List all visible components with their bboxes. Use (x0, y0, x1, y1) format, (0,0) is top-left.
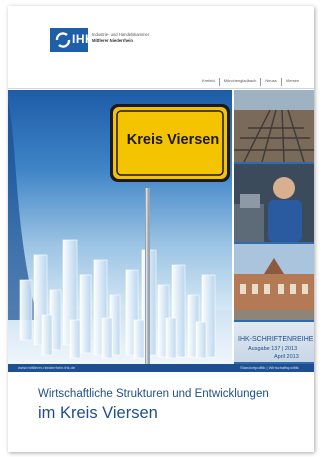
brochure-cover: IHK Industrie- und Handelskammer Mittler… (8, 6, 314, 452)
nav-item-moenchengladbach: Mönchengladbach (220, 78, 262, 86)
series-date: April 2013 (274, 354, 299, 360)
cover-title-line2: im Kreis Viersen (38, 404, 158, 422)
org-name-line1: Industrie- und Handelskammer (92, 32, 150, 37)
header-divider (8, 88, 314, 89)
website-url: www.mittlerer-niederrhein.ihk.de (18, 365, 76, 370)
railway-photo (234, 90, 314, 162)
region-nav: Krefeld Mönchengladbach Neuss Viersen (198, 78, 303, 86)
nav-item-krefeld: Krefeld (198, 78, 220, 86)
sign-text: Kreis Viersen (126, 132, 220, 148)
cover-title-line1: Wirtschaftliche Strukturen und Entwicklu… (38, 388, 269, 400)
building-photo (234, 244, 314, 320)
org-name-line2: Mittlerer Niederrhein (92, 38, 133, 43)
worker-photo (234, 164, 314, 242)
series-issue: Ausgabe 137 | 2013 (248, 346, 298, 352)
category-text: Standortpolitik | Wirtschaftspolitik (240, 365, 299, 370)
series-label: IHK-SCHRIFTENREIHE (238, 336, 314, 343)
nav-item-neuss: Neuss (261, 78, 282, 86)
nav-item-viersen: Viersen (285, 78, 300, 83)
ihk-logo-icon (55, 32, 71, 48)
logo-text: IHK (72, 32, 95, 46)
